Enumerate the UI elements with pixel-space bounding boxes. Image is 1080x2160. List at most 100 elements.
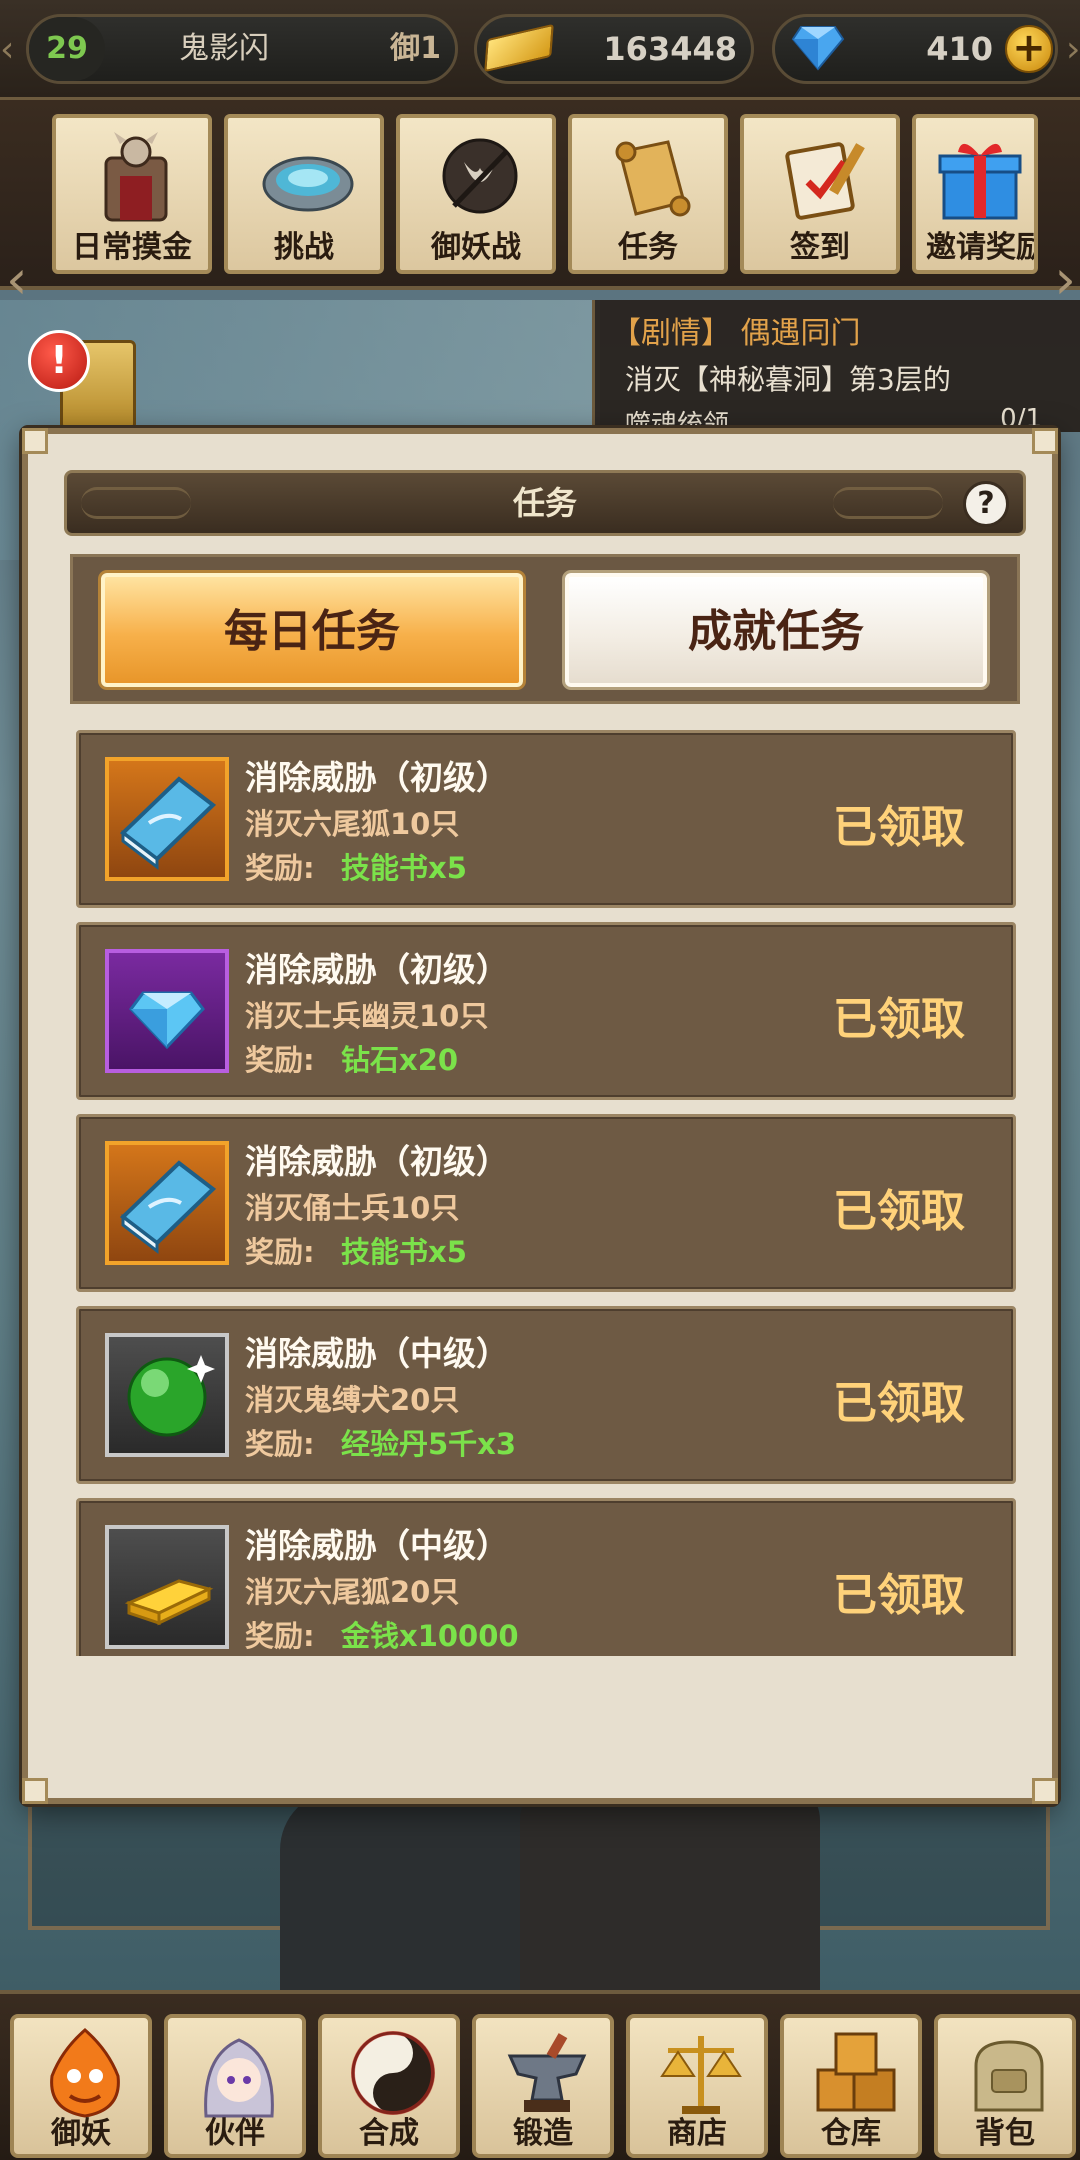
quest-reward-image (105, 949, 229, 1073)
quest-title: 消除威胁（中级） (245, 1334, 509, 1373)
arena-icon (262, 156, 354, 212)
right-edge-icon: › (1066, 29, 1080, 70)
player-name: 鬼影闪 (179, 31, 269, 66)
feature-label: 挑战 (274, 230, 334, 265)
tab-daily-quests[interactable]: 每日任务 (101, 573, 523, 687)
nav-label: 仓库 (821, 2116, 881, 2151)
add-gem-button[interactable]: + (1005, 25, 1053, 73)
bottom-nav: 御妖 伙伴 合成 锻造 商店 仓库 背包 (0, 1990, 1080, 2160)
quest-title: 消除威胁（初级） (245, 950, 509, 989)
skill-book-icon (119, 776, 217, 871)
nav-label: 锻造 (513, 2116, 573, 2151)
exp-pill-icon (127, 1355, 215, 1437)
quest-description: 消灭俑士兵10只 (245, 1191, 460, 1225)
player-info[interactable]: 29 鬼影闪 御1 (26, 14, 458, 84)
yin-yang-icon (351, 2031, 435, 2115)
left-edge-icon: ‹ (0, 29, 15, 70)
corner-ornament (1032, 1778, 1058, 1804)
nav-warehouse[interactable]: 仓库 (780, 2014, 922, 2158)
corner-ornament (1032, 428, 1058, 454)
quest-item[interactable]: 消除威胁（初级） 消灭俑士兵10只 奖励: 技能书x5 已领取 (76, 1114, 1016, 1292)
quest-description: 消灭六尾狐20只 (245, 1575, 460, 1609)
dialog-title: 任务 (512, 484, 577, 522)
gift-box-icon (938, 143, 1022, 220)
nav-synthesis[interactable]: 合成 (318, 2014, 460, 2158)
crates-icon (816, 2032, 896, 2112)
corner-ornament (22, 1778, 48, 1804)
chevron-left-icon[interactable]: ‹ (6, 250, 28, 310)
quest-reward: 钻石x20 (341, 1043, 459, 1077)
nav-label: 伙伴 (205, 2116, 265, 2151)
reward-label: 奖励: (245, 1235, 315, 1269)
alert-icon: ! (28, 330, 90, 392)
quest-status-claimed: 已领取 (833, 1570, 965, 1621)
quest-list[interactable]: 消除威胁（初级） 消灭六尾狐10只 奖励: 技能书x5 已领取 消除威胁（初级）… (76, 730, 1016, 1656)
quest-reward: 金钱x10000 (341, 1619, 519, 1653)
checklist-icon (785, 142, 865, 220)
feature-label: 签到 (790, 230, 850, 265)
quest-reward: 技能书x5 (341, 851, 467, 885)
gold-bar-icon (124, 1579, 214, 1626)
gold-bar-icon (484, 23, 554, 73)
demon-emblem-icon (442, 138, 518, 214)
feature-invite-rewards[interactable]: 邀请奖励 (912, 114, 1038, 274)
quest-item[interactable]: 消除威胁（初级） 消灭六尾狐10只 奖励: 技能书x5 已领取 (76, 730, 1016, 908)
scroll-icon (615, 140, 691, 217)
feature-label: 邀请奖励 (926, 230, 1038, 265)
reward-label: 奖励: (245, 1427, 315, 1461)
quest-reward-image (105, 1525, 229, 1649)
tracker-description: 消灭【神秘暮洞】第3层的 (625, 363, 951, 396)
tracker-title: 【剧情】 偶遇同门 (611, 316, 861, 351)
story-quest-tracker[interactable]: 【剧情】 偶遇同门 消灭【神秘暮洞】第3层的 噬魂统领 0/1 (592, 300, 1080, 440)
quest-description: 消灭士兵幽灵10只 (245, 999, 489, 1033)
skill-book-icon (119, 1160, 217, 1255)
quest-reward-image (105, 757, 229, 881)
quest-reward-image (105, 1141, 229, 1265)
reward-label: 奖励: (245, 851, 315, 885)
nav-companions[interactable]: 伙伴 (164, 2014, 306, 2158)
diamond-icon (129, 991, 205, 1050)
feature-label: 任务 (618, 230, 678, 265)
nav-forge[interactable]: 锻造 (472, 2014, 614, 2158)
feature-demon-battle[interactable]: 御妖战 (396, 114, 556, 274)
tab-bar: 每日任务 成就任务 (70, 554, 1020, 704)
player-level: 29 (29, 17, 105, 81)
quest-title: 消除威胁（初级） (245, 758, 509, 797)
quest-status-claimed: 已领取 (833, 994, 965, 1045)
help-button[interactable]: ? (963, 481, 1009, 527)
gold-counter: 163448 (474, 14, 754, 84)
feature-daily-gold[interactable]: 日常摸金 (52, 114, 212, 274)
quest-reward: 技能书x5 (341, 1235, 467, 1269)
nav-demon-taming[interactable]: 御妖 (10, 2014, 152, 2158)
feature-quests[interactable]: 任务 (568, 114, 728, 274)
nav-label: 商店 (667, 2116, 727, 2151)
feature-sign-in[interactable]: 签到 (740, 114, 900, 274)
feature-challenge[interactable]: 挑战 (224, 114, 384, 274)
gem-counter: 410 + (772, 14, 1058, 84)
gem-value: 410 (926, 30, 993, 68)
quest-item[interactable]: 消除威胁（中级） 消灭鬼缚犬20只 奖励: 经验丹5千x3 已领取 (76, 1306, 1016, 1484)
player-rank: 御1 (390, 31, 441, 66)
quest-item[interactable]: 消除威胁（中级） 消灭六尾狐20只 奖励: 金钱x10000 已领取 (76, 1498, 1016, 1656)
nav-label: 御妖 (51, 2116, 111, 2151)
quest-reward: 经验丹5千x3 (341, 1427, 517, 1461)
quest-title: 消除威胁（中级） (245, 1526, 509, 1565)
quest-status-claimed: 已领取 (833, 1378, 965, 1429)
feature-label: 御妖战 (431, 230, 521, 265)
reward-label: 奖励: (245, 1619, 315, 1653)
gold-value: 163448 (603, 30, 737, 68)
quest-description: 消灭六尾狐10只 (245, 807, 460, 841)
quest-description: 消灭鬼缚犬20只 (245, 1383, 460, 1417)
status-bar: ‹ 29 鬼影闪 御1 163448 410 + › (0, 0, 1080, 100)
dialog-header: 任务 ? (64, 470, 1026, 536)
tab-achievement-quests[interactable]: 成就任务 (565, 573, 987, 687)
nav-backpack[interactable]: 背包 (934, 2014, 1076, 2158)
anvil-icon (507, 2033, 587, 2112)
diamond-icon (791, 26, 845, 71)
corner-ornament (22, 428, 48, 454)
companion-icon (204, 2038, 274, 2118)
quest-item[interactable]: 消除威胁（初级） 消灭士兵幽灵10只 奖励: 钻石x20 已领取 (76, 922, 1016, 1100)
demon-gate-icon (104, 132, 168, 222)
nav-shop[interactable]: 商店 (626, 2014, 768, 2158)
quest-reward-image (105, 1333, 229, 1457)
